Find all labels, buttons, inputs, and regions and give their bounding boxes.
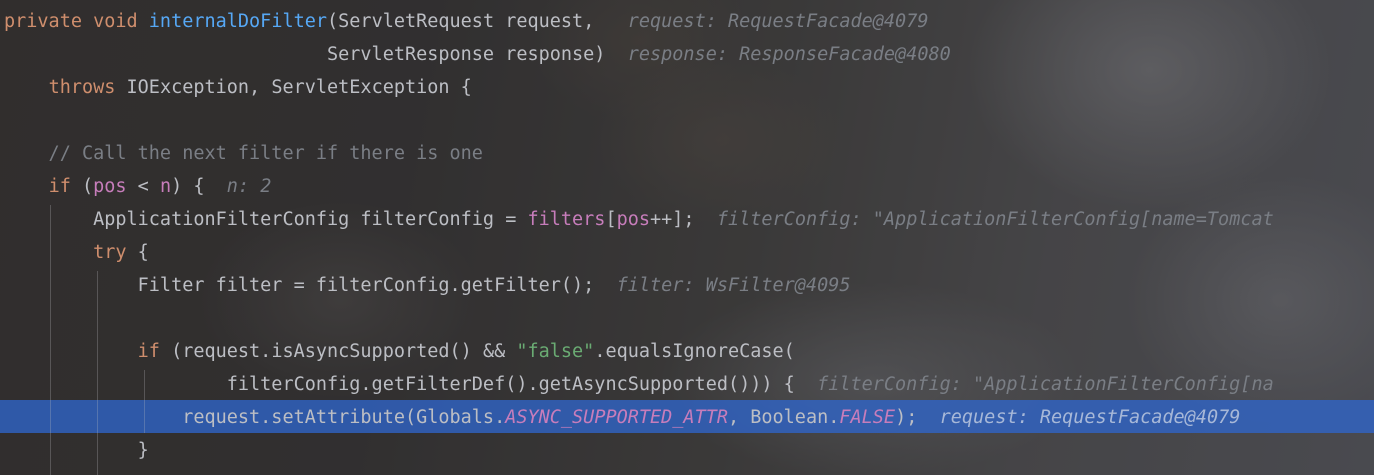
code-token: filters xyxy=(527,209,606,230)
code-token: .equalsIgnoreCase( xyxy=(594,341,795,362)
code-token: ) { xyxy=(171,176,205,197)
code-token: Filter filter = filterConfig.getFilter()… xyxy=(4,275,595,296)
code-line[interactable]: throws IOException, ServletException { xyxy=(4,71,472,104)
code-token: ); xyxy=(895,407,918,428)
code-token: request.setAttribute(Globals. xyxy=(4,407,506,428)
code-token: ApplicationFilterConfig filterConfig = xyxy=(4,209,528,230)
code-token: IOException, ServletException { xyxy=(126,77,472,98)
code-token: if xyxy=(48,176,82,197)
code-line[interactable]: private void internalDoFilter(ServletReq… xyxy=(4,5,928,38)
inline-debug-value: n: 2 xyxy=(204,176,272,197)
code-line[interactable]: filterConfig.getFilterDef().getAsyncSupp… xyxy=(4,368,1274,401)
code-token: (request.isAsyncSupported() && xyxy=(159,341,517,362)
code-token: [ xyxy=(605,209,617,230)
code-token: pos xyxy=(93,176,127,197)
code-token: internalDoFilter xyxy=(148,11,328,32)
code-token: filterConfig.getFilterDef().getAsyncSupp… xyxy=(4,374,795,395)
code-line[interactable]: if (request.isAsyncSupported() && "false… xyxy=(4,335,795,368)
code-token: private void xyxy=(4,11,149,32)
inline-debug-value: filter: WsFilter@4095 xyxy=(594,275,851,296)
code-token: (ServletRequest request, xyxy=(327,11,595,32)
code-token: { xyxy=(126,242,149,263)
inline-debug-value: response: ResponseFacade@4080 xyxy=(605,44,951,65)
code-token: if xyxy=(137,341,160,362)
code-line[interactable]: Filter filter = filterConfig.getFilter()… xyxy=(4,269,851,302)
code-line[interactable]: } xyxy=(4,434,149,467)
code-line[interactable]: ApplicationFilterConfig filterConfig = f… xyxy=(4,203,1274,236)
code-token: "false" xyxy=(516,341,595,362)
code-line[interactable]: try { xyxy=(4,236,149,269)
code-token: FALSE xyxy=(839,407,896,428)
code-token: ++]; xyxy=(650,209,695,230)
code-token: ASYNC_SUPPORTED_ATTR xyxy=(505,407,728,428)
code-token: throws xyxy=(48,77,127,98)
code-line-current[interactable]: request.setAttribute(Globals.ASYNC_SUPPO… xyxy=(4,401,1240,434)
inline-debug-value: request: RequestFacade@4079 xyxy=(917,407,1241,428)
code-token: , Boolean. xyxy=(727,407,840,428)
code-line[interactable]: if (pos < n) { n: 2 xyxy=(4,170,272,203)
code-token: n xyxy=(159,176,172,197)
inline-debug-value: request: RequestFacade@4079 xyxy=(594,11,929,32)
code-token: pos xyxy=(616,209,651,230)
inline-debug-value: filterConfig: "ApplicationFilterConfig[n… xyxy=(694,209,1274,230)
code-token: ( xyxy=(81,176,94,197)
code-token: } xyxy=(4,440,149,461)
code-line[interactable]: // Call the next filter if there is one xyxy=(4,137,483,170)
code-line[interactable]: ServletResponse response) response: Resp… xyxy=(4,38,951,71)
inline-debug-value: filterConfig: "ApplicationFilterConfig[n… xyxy=(794,374,1274,395)
code-token: try xyxy=(93,242,127,263)
code-token: ServletResponse response) xyxy=(4,44,606,65)
code-token: < xyxy=(126,176,160,197)
code-token: // Call the next filter if there is one xyxy=(4,143,483,164)
